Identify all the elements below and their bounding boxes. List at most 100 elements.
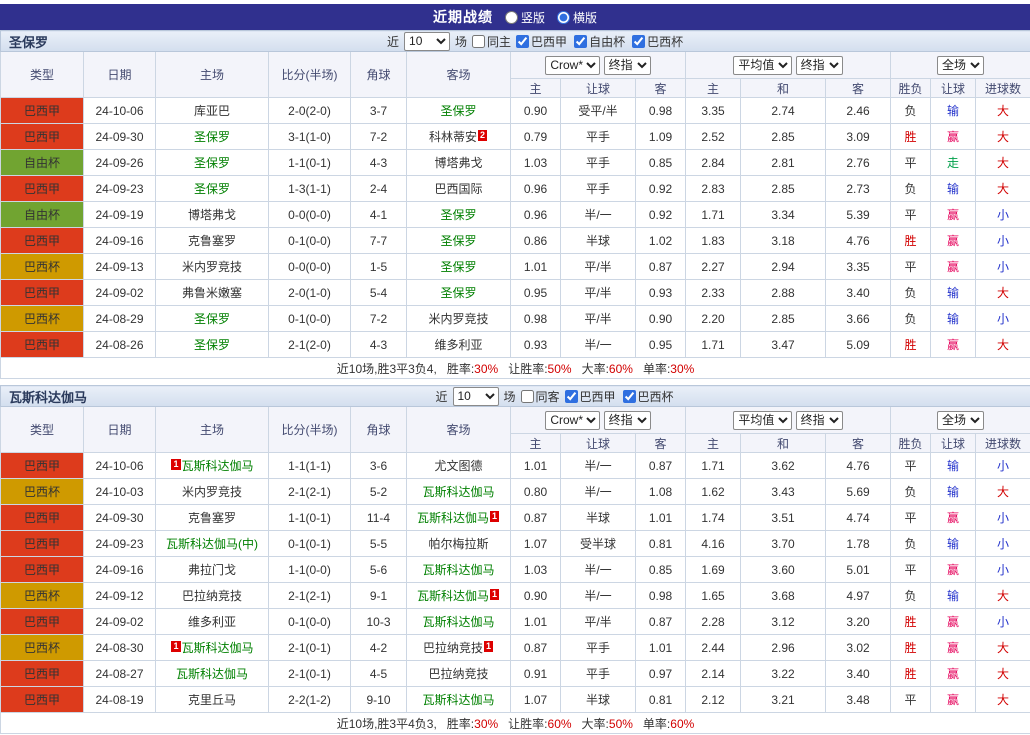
same-venue-filter[interactable]: 同客 <box>521 388 560 405</box>
away-team-cell: 圣保罗 <box>407 254 511 280</box>
team-link[interactable]: 瓦斯科达伽马 <box>422 485 494 499</box>
red-card-badge: 2 <box>478 130 487 141</box>
recent-count-select[interactable]: 10 <box>453 387 499 406</box>
odds-stage-select[interactable]: 终指 <box>604 56 651 75</box>
team-link[interactable]: 瓦斯科达伽马 <box>422 693 494 707</box>
league-checkbox[interactable] <box>623 390 636 403</box>
result-goals: 大 <box>976 332 1030 358</box>
scope-select[interactable]: 全场 <box>937 411 984 430</box>
team-link[interactable]: 克里丘马 <box>188 693 236 707</box>
team-link[interactable]: 圣保罗 <box>194 338 230 352</box>
team-link[interactable]: 圣保罗 <box>194 130 230 144</box>
team-link[interactable]: 帕尔梅拉斯 <box>428 537 488 551</box>
team-link[interactable]: 巴拉纳竞技 <box>423 641 483 655</box>
team-link[interactable]: 巴拉纳竞技 <box>182 589 242 603</box>
team-link[interactable]: 圣保罗 <box>440 260 476 274</box>
league-filter-3[interactable]: 巴西杯 <box>632 33 683 50</box>
team-link[interactable]: 博塔弗戈 <box>434 156 482 170</box>
league-filter-2[interactable]: 自由杯 <box>574 33 625 50</box>
league-type-badge: 巴西杯 <box>1 479 84 505</box>
match-date: 24-10-06 <box>84 98 156 124</box>
team-link[interactable]: 米内罗竞技 <box>182 485 242 499</box>
team-link[interactable]: 米内罗竞技 <box>182 260 242 274</box>
same-venue-checkbox[interactable] <box>472 35 485 48</box>
team-link[interactable]: 米内罗竞技 <box>428 312 488 326</box>
team-link[interactable]: 圣保罗 <box>440 286 476 300</box>
league-checkbox[interactable] <box>632 35 645 48</box>
corner-score: 2-4 <box>351 176 407 202</box>
league-checkbox[interactable] <box>565 390 578 403</box>
team-link[interactable]: 弗拉门戈 <box>188 563 236 577</box>
red-card-badge: 1 <box>490 511 499 522</box>
topbar: 近期战绩 竖版 横版 <box>0 4 1030 30</box>
team-link[interactable]: 尤文图德 <box>434 459 482 473</box>
team-link[interactable]: 科林蒂安 <box>429 130 477 144</box>
team-link[interactable]: 圣保罗 <box>194 156 230 170</box>
same-venue-checkbox[interactable] <box>521 390 534 403</box>
team-link[interactable]: 瓦斯科达伽马 <box>417 589 489 603</box>
corner-score: 9-1 <box>351 583 407 609</box>
away-odds: 0.81 <box>636 531 686 557</box>
team-link[interactable]: 圣保罗 <box>194 312 230 326</box>
team-link[interactable]: 巴西国际 <box>434 182 482 196</box>
layout-option-vertical[interactable]: 竖版 <box>505 9 545 26</box>
bookmaker-select[interactable]: Crow* <box>545 56 600 75</box>
red-card-badge: 1 <box>484 641 493 652</box>
team-link[interactable]: 瓦斯科达伽马(中) <box>166 537 258 551</box>
team-link[interactable]: 圣保罗 <box>194 182 230 196</box>
league-checkbox[interactable] <box>516 35 529 48</box>
team-link[interactable]: 瓦斯科达伽马 <box>176 667 248 681</box>
home-odds: 1.07 <box>511 531 561 557</box>
league-checkbox[interactable] <box>574 35 587 48</box>
team-link[interactable]: 克鲁塞罗 <box>188 234 236 248</box>
team-link[interactable]: 巴拉纳竞技 <box>428 667 488 681</box>
league-filter-1[interactable]: 巴西甲 <box>516 33 567 50</box>
odds-stage-select[interactable]: 终指 <box>604 411 651 430</box>
col-date: 日期 <box>84 52 156 98</box>
recent-count-select[interactable]: 10 <box>404 32 450 51</box>
home-odds: 0.95 <box>511 280 561 306</box>
team-link[interactable]: 圣保罗 <box>440 234 476 248</box>
match-date: 24-08-29 <box>84 306 156 332</box>
avg-stage-select[interactable]: 终指 <box>796 56 843 75</box>
col-handicap-result: 让球 <box>931 79 976 98</box>
team-link[interactable]: 博塔弗戈 <box>188 208 236 222</box>
summary-prefix: 近10场,胜3平4负3, <box>337 717 437 731</box>
avg-home-odds: 1.71 <box>686 453 741 479</box>
match-row: 自由杯24-09-19博塔弗戈0-0(0-0)4-1圣保罗0.96半/一0.92… <box>1 202 1030 228</box>
team-link[interactable]: 瓦斯科达伽马 <box>417 511 489 525</box>
league-filter-2[interactable]: 巴西杯 <box>623 388 674 405</box>
horizontal-layout-radio[interactable] <box>557 11 570 24</box>
vertical-layout-radio[interactable] <box>505 11 518 24</box>
team-link[interactable]: 圣保罗 <box>440 208 476 222</box>
team-link[interactable]: 瓦斯科达伽马 <box>182 459 254 473</box>
result-winloss: 胜 <box>891 609 931 635</box>
result-winloss: 负 <box>891 98 931 124</box>
result-handicap: 赢 <box>931 557 976 583</box>
same-venue-label: 同主 <box>487 33 511 50</box>
match-score: 1-1(1-1) <box>269 453 351 479</box>
avg-stage-select[interactable]: 终指 <box>796 411 843 430</box>
average-select[interactable]: 平均值 <box>733 411 792 430</box>
team-link[interactable]: 库亚巴 <box>194 104 230 118</box>
league-filter-1[interactable]: 巴西甲 <box>565 388 616 405</box>
home-team-cell: 博塔弗戈 <box>156 202 269 228</box>
scope-select[interactable]: 全场 <box>937 56 984 75</box>
average-select[interactable]: 平均值 <box>733 56 792 75</box>
avg-home-odds: 1.74 <box>686 505 741 531</box>
team-link[interactable]: 瓦斯科达伽马 <box>422 563 494 577</box>
bookmaker-select[interactable]: Crow* <box>545 411 600 430</box>
corner-score: 10-3 <box>351 609 407 635</box>
result-handicap: 赢 <box>931 124 976 150</box>
layout-option-horizontal[interactable]: 横版 <box>557 9 597 26</box>
match-score: 0-1(0-0) <box>269 609 351 635</box>
team-link[interactable]: 弗鲁米嫩塞 <box>182 286 242 300</box>
same-venue-filter[interactable]: 同主 <box>472 33 511 50</box>
team-link[interactable]: 圣保罗 <box>440 104 476 118</box>
team-link[interactable]: 瓦斯科达伽马 <box>422 615 494 629</box>
team-link[interactable]: 瓦斯科达伽马 <box>182 641 254 655</box>
team-link[interactable]: 克鲁塞罗 <box>188 511 236 525</box>
corner-score: 4-1 <box>351 202 407 228</box>
team-link[interactable]: 维多利亚 <box>188 615 236 629</box>
team-link[interactable]: 维多利亚 <box>434 338 482 352</box>
